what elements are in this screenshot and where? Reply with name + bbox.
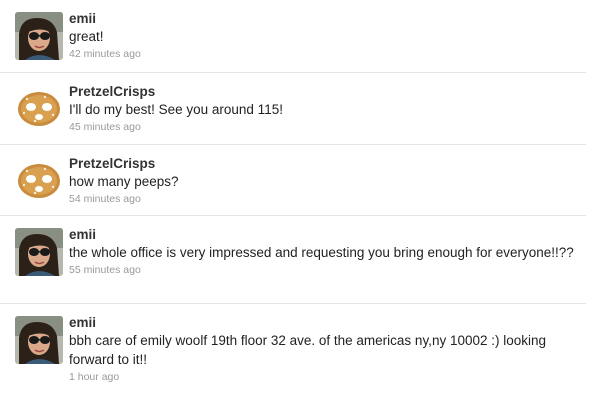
girl-avatar-icon <box>15 228 63 276</box>
girl-avatar-icon <box>15 12 63 60</box>
tweet-item: PretzelCrisps I'll do my best! See you a… <box>0 73 586 145</box>
pretzel-avatar-icon <box>15 157 63 205</box>
tweet-item: PretzelCrisps how many peeps? 54 minutes… <box>0 145 586 216</box>
avatar[interactable] <box>15 157 63 205</box>
username[interactable]: emii <box>69 315 576 331</box>
timestamp[interactable]: 42 minutes ago <box>69 47 576 62</box>
tweet-content: emii bbh care of emily woolf 19th floor … <box>69 315 576 385</box>
avatar[interactable] <box>15 228 63 276</box>
avatar[interactable] <box>15 12 63 60</box>
girl-avatar-icon <box>15 316 63 364</box>
timestamp[interactable]: 1 hour ago <box>69 370 576 385</box>
tweet-text: the whole office is very impressed and r… <box>69 245 574 260</box>
timestamp[interactable]: 55 minutes ago <box>69 263 576 278</box>
username[interactable]: emii <box>69 11 576 27</box>
username[interactable]: PretzelCrisps <box>69 156 576 172</box>
avatar[interactable] <box>15 316 63 364</box>
tweet-text: bbh care of emily woolf 19th floor 32 av… <box>69 333 547 367</box>
tweet-content: emii great! 42 minutes ago <box>69 11 576 62</box>
tweet-text: I'll do my best! See you around 115! <box>69 102 283 117</box>
pretzel-avatar-icon <box>15 85 63 133</box>
tweet-item: emii the whole office is very impressed … <box>0 216 586 304</box>
tweet-content: PretzelCrisps how many peeps? 54 minutes… <box>69 156 576 207</box>
tweet-text: how many peeps? <box>69 174 179 189</box>
tweet-item: emii bbh care of emily woolf 19th floor … <box>0 304 586 393</box>
username[interactable]: PretzelCrisps <box>69 84 576 100</box>
tweet-content: emii the whole office is very impressed … <box>69 227 576 278</box>
timestamp[interactable]: 45 minutes ago <box>69 120 576 135</box>
tweet-feed: emii great! 42 minutes ago PretzelCrisps… <box>0 0 600 393</box>
tweet-text: great! <box>69 29 104 44</box>
tweet-item: emii great! 42 minutes ago <box>0 0 586 73</box>
username[interactable]: emii <box>69 227 576 243</box>
avatar[interactable] <box>15 85 63 133</box>
timestamp[interactable]: 54 minutes ago <box>69 192 576 207</box>
tweet-content: PretzelCrisps I'll do my best! See you a… <box>69 84 576 135</box>
